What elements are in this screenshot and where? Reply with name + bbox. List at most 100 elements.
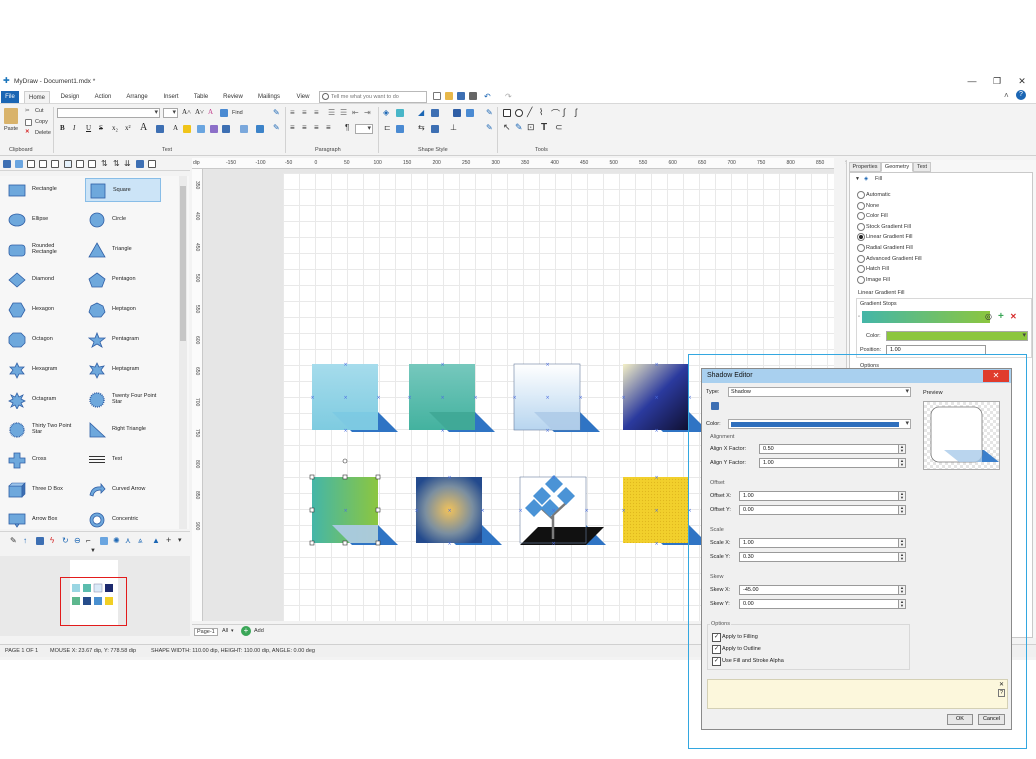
group-icon[interactable]: [396, 125, 404, 133]
tab-text[interactable]: Text: [913, 162, 931, 172]
collapse-arrow-icon[interactable]: ▼: [90, 548, 96, 554]
shadow-icon[interactable]: [453, 109, 461, 117]
navigator-viewport[interactable]: [60, 577, 127, 626]
fill-option-radio[interactable]: Hatch Fill: [857, 265, 889, 274]
view-details-icon[interactable]: [64, 160, 72, 168]
align-x-input[interactable]: 0.50 ▲ ▼: [759, 444, 906, 454]
justify-icon[interactable]: ≡: [326, 123, 331, 132]
font-family-select[interactable]: [57, 108, 160, 118]
step-icon[interactable]: ⌐: [86, 536, 91, 545]
help-icon[interactable]: ?: [1016, 90, 1026, 100]
align-left-icon[interactable]: ≡: [290, 123, 295, 132]
gradient-bar[interactable]: [862, 311, 990, 323]
fill-option-radio[interactable]: Linear Gradient Fill: [857, 233, 912, 242]
shadow-style-icon[interactable]: [711, 402, 719, 410]
offset-y-input[interactable]: 0.00 ▲ ▼: [739, 505, 906, 515]
shape-item-star24[interactable]: Twenty Four Point Star: [85, 388, 161, 412]
indent-increase-icon[interactable]: ⇥: [364, 108, 371, 117]
shape-item-cross[interactable]: Cross: [5, 448, 81, 472]
shapes-scrollbar[interactable]: [179, 176, 187, 529]
view-icons-icon[interactable]: [88, 160, 96, 168]
curve-tool-icon[interactable]: ∫: [563, 107, 565, 117]
minimize-button[interactable]: —: [961, 75, 983, 89]
text-style-icon[interactable]: [156, 125, 164, 133]
copy-button[interactable]: Copy: [35, 119, 48, 125]
shape-item-octagon[interactable]: Octagon: [5, 328, 81, 352]
shape-item-diamond[interactable]: Diamond: [5, 268, 81, 292]
shape-item-ellipse[interactable]: Ellipse: [5, 208, 81, 232]
menu-mailings[interactable]: Mailings: [253, 91, 285, 103]
shape-item-star32[interactable]: Thirty Two Point Star: [5, 418, 81, 442]
menu-table[interactable]: Table: [189, 91, 213, 103]
scrollbar-thumb[interactable]: [180, 186, 186, 341]
apply-outline-checkbox[interactable]: Apply to Outline: [712, 645, 761, 654]
use-alpha-checkbox[interactable]: Use Fill and Stroke Alpha: [712, 657, 784, 666]
tab-properties[interactable]: Properties: [849, 162, 881, 172]
delete-button[interactable]: Delete: [35, 130, 51, 136]
arrow-up-icon[interactable]: ↑: [23, 536, 27, 545]
align-bottom-icon[interactable]: ≡: [314, 108, 319, 117]
more-tools-icon[interactable]: ▾: [178, 536, 182, 544]
info-close-icon[interactable]: ✕: [999, 681, 1004, 688]
panel-options-icon[interactable]: [148, 160, 156, 168]
skew-y-input[interactable]: 0.00 ▲ ▼: [739, 599, 906, 609]
ellipse-tool-icon[interactable]: [515, 109, 523, 117]
shape-item-hexagram[interactable]: Hexagram: [5, 358, 81, 382]
rotate-icon[interactable]: ⊥: [450, 123, 457, 132]
text-shadow-icon[interactable]: [222, 125, 230, 133]
grow-font-icon[interactable]: A˄: [182, 108, 191, 116]
freehand-tool-icon[interactable]: ʃ: [575, 107, 577, 117]
arrange-icon[interactable]: ⊏: [384, 123, 391, 132]
style-brush-icon[interactable]: ✎: [486, 123, 493, 132]
clear-format-icon[interactable]: A: [208, 108, 213, 116]
text-brush-icon[interactable]: ✎: [273, 123, 280, 132]
shape-item-curved-arrow[interactable]: Curved Arrow: [85, 478, 161, 502]
sort-desc-icon[interactable]: ⇅: [113, 159, 120, 168]
hierarchy-icon[interactable]: ⩓: [138, 536, 143, 546]
ok-button[interactable]: OK: [947, 714, 973, 725]
edit-icon[interactable]: ✎: [10, 536, 17, 545]
resize-handle[interactable]: [375, 507, 381, 513]
align-x-spinner[interactable]: ▲ ▼: [898, 444, 906, 454]
shape-item-circle[interactable]: Circle: [85, 208, 161, 232]
view-tiles-icon[interactable]: [76, 160, 84, 168]
print-icon[interactable]: [469, 92, 477, 100]
shape-item-3d-box[interactable]: Three D Box: [5, 478, 81, 502]
open-folder-icon[interactable]: [445, 92, 453, 100]
polyline-tool-icon[interactable]: ⌇: [539, 107, 543, 118]
line-tool-icon[interactable]: ╱: [527, 107, 532, 118]
save-icon[interactable]: [457, 92, 465, 100]
tab-geometry[interactable]: Geometry: [881, 162, 913, 172]
add-page-button[interactable]: Add: [254, 628, 264, 634]
arc-tool-icon[interactable]: ⌒: [551, 107, 560, 120]
shape-item-octagram[interactable]: Octagram: [5, 388, 81, 412]
format-painter-icon[interactable]: ✎: [273, 108, 280, 117]
all-pages-dropdown-icon[interactable]: ▾: [231, 628, 234, 634]
connector-tool-icon[interactable]: ⊡: [527, 122, 535, 133]
paste-label[interactable]: Paste: [4, 126, 18, 132]
skew-y-spinner[interactable]: ▲ ▼: [898, 599, 906, 609]
offset-x-spinner[interactable]: ▲ ▼: [898, 491, 906, 501]
filter-icon[interactable]: ⇊: [124, 159, 131, 168]
bold-button[interactable]: B: [60, 124, 65, 132]
resize-handle[interactable]: [375, 474, 381, 480]
shape-item-text[interactable]: Text: [85, 448, 161, 472]
fill-option-radio[interactable]: Image Fill: [857, 275, 890, 284]
menu-home[interactable]: Home: [24, 91, 50, 103]
crop-tool-icon[interactable]: ⊂: [555, 122, 563, 133]
italic-button[interactable]: I: [73, 124, 75, 132]
new-document-icon[interactable]: [433, 92, 441, 100]
menu-review[interactable]: Review: [219, 91, 247, 103]
pen-tool-icon[interactable]: ✎: [515, 122, 523, 133]
add-page-icon[interactable]: +: [241, 626, 251, 636]
shape-item-pentagram[interactable]: Pentagram: [85, 328, 161, 352]
menu-file[interactable]: File: [1, 91, 19, 103]
view-list-icon[interactable]: [51, 160, 59, 168]
restore-button[interactable]: ❐: [986, 75, 1008, 89]
cut-button[interactable]: Cut: [35, 108, 44, 114]
superscript-icon[interactable]: x²: [125, 124, 131, 132]
shape-item-square[interactable]: Square: [85, 178, 161, 202]
align-right-icon[interactable]: ≡: [314, 123, 319, 132]
apply-filling-checkbox[interactable]: Apply to Filling: [712, 633, 758, 642]
text-outline-icon[interactable]: [240, 125, 248, 133]
